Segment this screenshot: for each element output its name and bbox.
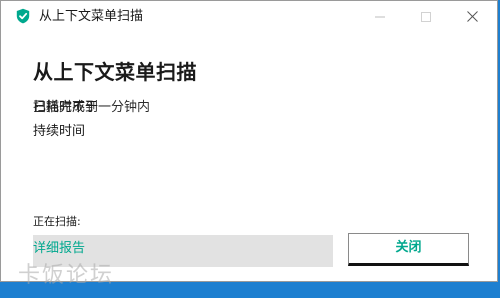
- minimize-icon: [375, 7, 385, 26]
- maximize-button[interactable]: [403, 1, 449, 32]
- kaspersky-shield-icon: [15, 8, 31, 24]
- window-title: 从上下文菜单扫描: [39, 9, 144, 24]
- page-title: 从上下文菜单扫描: [33, 60, 197, 84]
- status-text-elapsed: 已耗时不到一分钟内: [33, 100, 151, 115]
- duration-label: 持续时间: [33, 124, 86, 139]
- close-button[interactable]: 关闭: [348, 233, 469, 266]
- scan-status: 扫描完成于 已耗时不到一分钟内: [33, 99, 233, 119]
- forum-watermark: 卡饭论坛: [18, 263, 115, 288]
- title-bar[interactable]: 从上下文菜单扫描: [1, 1, 497, 32]
- scan-dialog-window: 从上下文菜单扫描 从上下文菜单扫描 扫描完成于 已耗时不到一分钟内 持续时间 正…: [0, 0, 498, 282]
- scanning-label: 正在扫描:: [33, 215, 81, 228]
- close-icon: [466, 7, 478, 26]
- close-window-button[interactable]: [449, 1, 495, 32]
- maximize-icon: [421, 7, 431, 26]
- minimize-button[interactable]: [357, 1, 403, 32]
